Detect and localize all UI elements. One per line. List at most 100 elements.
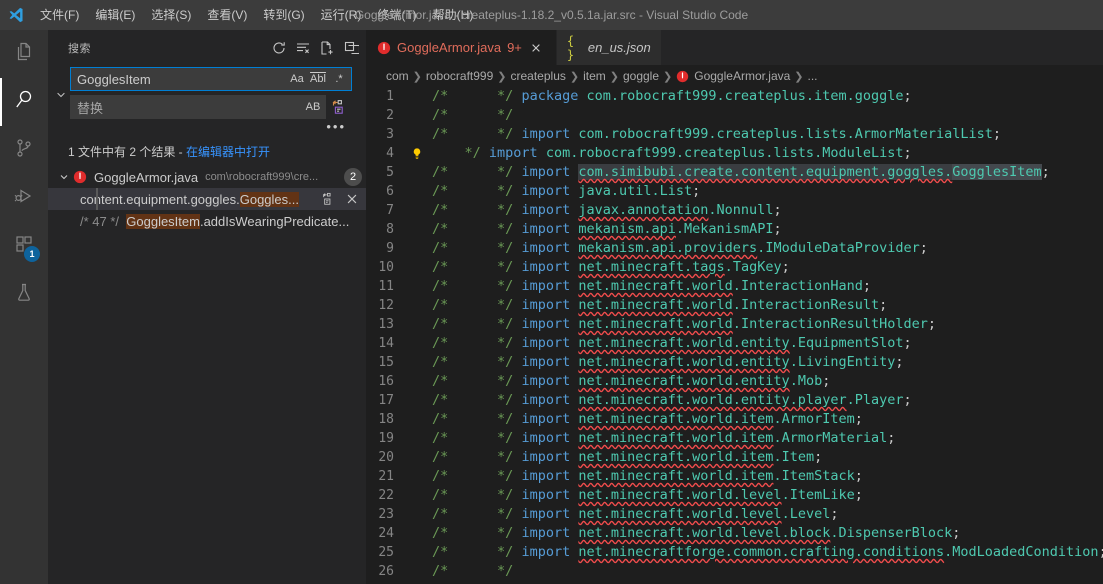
code-line[interactable]: 16 /* */ import net.minecraft.world.entit…	[366, 372, 1103, 391]
glyph-margin	[406, 372, 428, 391]
breadcrumb-item-item[interactable]: item	[583, 69, 606, 83]
code-line[interactable]: 3 /* */ import com.robocraft999.createplu…	[366, 125, 1103, 144]
search-widget: GogglesItem Aa Abl .* 替换 AB	[48, 67, 366, 123]
activity-explorer[interactable]	[0, 30, 48, 78]
code-line[interactable]: 11 /* */ import net.minecraft.world.Inter…	[366, 277, 1103, 296]
code-line[interactable]: 6 /* */ import java.util.List;	[366, 182, 1103, 201]
search-input[interactable]: GogglesItem Aa Abl .*	[70, 67, 352, 91]
regex-toggle[interactable]: .*	[329, 69, 349, 89]
dismiss-icon[interactable]	[342, 189, 362, 209]
menu-bar[interactable]: 文件(F) 编辑(E) 选择(S) 查看(V) 转到(G) 运行(R) 终端(T…	[32, 0, 481, 30]
code-line[interactable]: 18 /* */ import net.minecraft.world.item.…	[366, 410, 1103, 429]
tab-goggle-armor-java[interactable]: GoggleArmor.java 9+	[366, 30, 557, 65]
collapse-all-icon[interactable]	[340, 37, 362, 59]
code-line[interactable]: 15 /* */ import net.minecraft.world.entit…	[366, 353, 1103, 372]
code-line[interactable]: 5 /* */ import com.simibubi.create.conten…	[366, 163, 1103, 182]
glyph-margin	[406, 315, 428, 334]
tab-en-us-json[interactable]: { } en_us.json	[556, 30, 662, 65]
menu-edit[interactable]: 编辑(E)	[87, 4, 143, 26]
code-line-text: /* */ import net.minecraft.world.entity.…	[432, 354, 904, 370]
code-line[interactable]: 22 /* */ import net.minecraft.world.level…	[366, 486, 1103, 505]
code-line[interactable]: 9 /* */ import mekanism.api.providers.IMo…	[366, 239, 1103, 258]
activity-source-control[interactable]	[0, 126, 48, 174]
menu-view[interactable]: 查看(V)	[199, 4, 255, 26]
toggle-replace-button[interactable]	[52, 67, 70, 123]
search-match-row-2[interactable]: /* 47 */ GogglesItem.addIsWearingPredica…	[48, 210, 366, 232]
search-results-tree[interactable]: GoggleArmor.java com\robocraft999\cre...…	[48, 166, 366, 584]
code-editor[interactable]: 1 /* */ package com.robocraft999.createpl…	[366, 87, 1103, 584]
glyph-margin	[406, 258, 428, 277]
results-message-text: 1 文件中有 2 个结果 -	[68, 145, 187, 159]
search-match-row-1[interactable]: content.equipment.goggles.Goggles...	[48, 188, 366, 210]
activity-search[interactable]	[0, 78, 48, 126]
breadcrumb-separator: ❯	[569, 70, 580, 83]
open-new-search-editor-icon[interactable]	[316, 37, 338, 59]
breadcrumb-item-goggle-armor-java[interactable]: GoggleArmor.java	[676, 69, 790, 83]
code-line[interactable]: 23 /* */ import net.minecraft.world.level…	[366, 505, 1103, 524]
menu-terminal[interactable]: 终端(T)	[369, 4, 424, 26]
toggle-search-details-button[interactable]: •••	[48, 120, 366, 137]
code-line-text: */ import com.robocraft999.createplus.li…	[432, 145, 912, 161]
code-line-text: /* */ import net.minecraft.world.Interac…	[432, 278, 871, 294]
line-number: 24	[378, 526, 394, 541]
code-line[interactable]: 2 /* */	[366, 106, 1103, 125]
breadcrumb-item-robocraft999[interactable]: robocraft999	[426, 69, 493, 83]
menu-selection[interactable]: 选择(S)	[143, 4, 199, 26]
code-line[interactable]: 19 /* */ import net.minecraft.world.item.…	[366, 429, 1103, 448]
code-line[interactable]: 14 /* */ import net.minecraft.world.entit…	[366, 334, 1103, 353]
whole-word-toggle[interactable]: Abl	[308, 69, 328, 89]
replace-all-icon[interactable]	[326, 99, 352, 115]
menu-help[interactable]: 帮助(H)	[425, 4, 482, 26]
activity-run-debug[interactable]	[0, 174, 48, 222]
code-line[interactable]: 26 /* */	[366, 562, 1103, 581]
code-line[interactable]: 8 /* */ import mekanism.api.MekanismAPI;	[366, 220, 1103, 239]
line-number: 3	[386, 127, 394, 142]
breadcrumb-item-com[interactable]: com	[386, 69, 409, 83]
chevron-down-icon[interactable]	[56, 171, 72, 183]
code-line[interactable]: 24 /* */ import net.minecraft.world.level…	[366, 524, 1103, 543]
code-line-text: /* */ package com.robocraft999.createplu…	[432, 88, 912, 104]
code-line[interactable]: 7 /* */ import javax.annotation.Nonnull;	[366, 201, 1103, 220]
code-line[interactable]: 20 /* */ import net.minecraft.world.item.…	[366, 448, 1103, 467]
activity-testing[interactable]	[0, 270, 48, 318]
search-result-file-row[interactable]: GoggleArmor.java com\robocraft999\cre...…	[48, 166, 366, 188]
clear-results-icon[interactable]	[292, 37, 314, 59]
code-line-text: /* */ import com.robocraft999.createplus…	[432, 126, 1002, 142]
search-match-text-2: /* 47 */ GogglesItem.addIsWearingPredica…	[80, 213, 350, 229]
code-line[interactable]: 12 /* */ import net.minecraft.world.Inter…	[366, 296, 1103, 315]
menu-run[interactable]: 运行(R)	[313, 4, 370, 26]
search-result-file-name: GoggleArmor.java	[94, 169, 199, 185]
line-number: 17	[378, 393, 394, 408]
close-icon[interactable]	[526, 38, 546, 58]
replace-icon[interactable]	[318, 189, 338, 209]
breadcrumb-item-more[interactable]: ...	[808, 69, 818, 83]
code-line-text: /* */ import net.minecraft.world.level.L…	[432, 506, 839, 522]
line-number: 20	[378, 450, 394, 465]
breadcrumb-item-createplus[interactable]: createplus	[511, 69, 566, 83]
breadcrumb: com ❯ robocraft999 ❯ createplus ❯ item ❯…	[366, 65, 1103, 87]
menu-file[interactable]: 文件(F)	[32, 4, 87, 26]
code-line[interactable]: 10 /* */ import net.minecraft.tags.TagKey…	[366, 258, 1103, 277]
open-in-editor-link[interactable]: 在编辑器中打开	[186, 145, 270, 159]
search-match-text-1: content.equipment.goggles.Goggles...	[80, 191, 299, 207]
code-line[interactable]: 13 /* */ import net.minecraft.world.Inter…	[366, 315, 1103, 334]
breadcrumb-separator: ❯	[794, 70, 804, 83]
editor-group: GoggleArmor.java 9+ { } en_us.json com ❯…	[366, 30, 1103, 584]
replace-field-row: 替换 AB	[70, 95, 352, 119]
code-line[interactable]: 25 /* */ import net.minecraftforge.common…	[366, 543, 1103, 562]
code-line[interactable]: 21 /* */ import net.minecraft.world.item.…	[366, 467, 1103, 486]
code-line[interactable]: 17 /* */ import net.minecraft.world.entit…	[366, 391, 1103, 410]
lightbulb-icon[interactable]	[406, 144, 428, 163]
breadcrumb-item-goggle[interactable]: goggle	[623, 69, 659, 83]
replace-input[interactable]: 替换 AB	[70, 95, 326, 119]
code-line[interactable]: 4 */ import com.robocraft999.createplus.…	[366, 144, 1103, 163]
menu-go[interactable]: 转到(G)	[255, 4, 312, 26]
activity-extensions[interactable]: 1	[0, 222, 48, 270]
glyph-margin	[406, 429, 428, 448]
preserve-case-toggle[interactable]: AB	[303, 97, 323, 117]
refresh-icon[interactable]	[268, 37, 290, 59]
match-case-toggle[interactable]: Aa	[287, 69, 307, 89]
sidebar-header: 搜索	[48, 30, 366, 65]
code-line[interactable]: 1 /* */ package com.robocraft999.createpl…	[366, 87, 1103, 106]
glyph-margin	[406, 106, 428, 125]
